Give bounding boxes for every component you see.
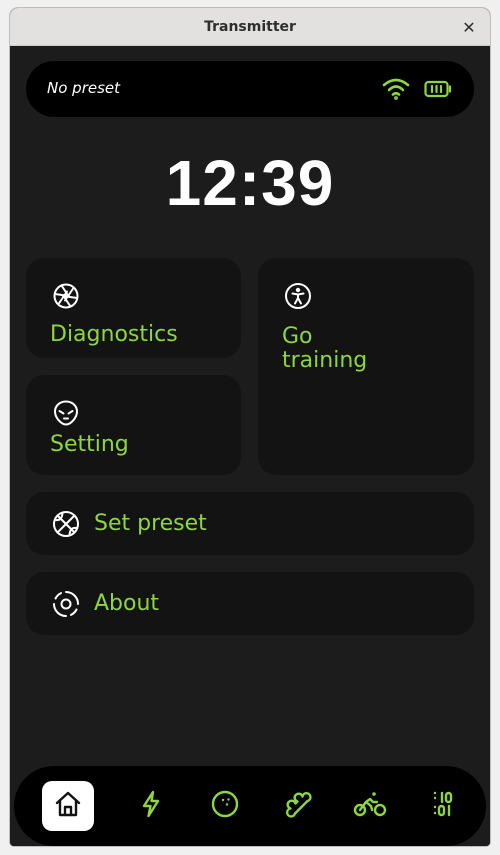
window-title: Transmitter xyxy=(204,18,296,35)
nav-home[interactable] xyxy=(42,781,94,831)
close-button[interactable]: ✕ xyxy=(458,16,480,38)
ball-icon xyxy=(210,789,240,823)
bottom-nav xyxy=(14,766,486,846)
nav-bike[interactable] xyxy=(344,781,396,831)
circle-dashed-icon xyxy=(52,590,80,622)
nav-power[interactable] xyxy=(125,781,177,831)
main-content: No preset 12:39 Diagnostics Go training … xyxy=(10,46,490,846)
diagnostics-tile[interactable]: Diagnostics xyxy=(26,258,241,358)
setting-tile[interactable]: Setting xyxy=(26,375,241,475)
diagnostics-label: Diagnostics xyxy=(50,322,178,347)
aperture-icon xyxy=(52,282,80,314)
bike-icon xyxy=(353,789,387,823)
bolt-icon xyxy=(136,789,166,823)
about-row[interactable]: About xyxy=(26,572,474,635)
bone-icon xyxy=(283,789,313,823)
accessibility-icon xyxy=(284,282,312,314)
wifi-icon xyxy=(381,76,411,104)
home-icon xyxy=(53,789,83,823)
clock-display: 12:39 xyxy=(165,147,335,219)
battery-icon xyxy=(424,80,452,102)
set-preset-label: Set preset xyxy=(94,511,207,536)
status-bar: No preset xyxy=(26,61,474,117)
nav-bone[interactable] xyxy=(272,781,324,831)
about-label: About xyxy=(94,591,160,616)
go-training-label-line2: training xyxy=(282,348,368,373)
setting-label: Setting xyxy=(50,432,129,457)
go-training-label-line1: Go xyxy=(282,324,313,349)
basketball-icon xyxy=(52,510,80,542)
preset-status: No preset xyxy=(47,79,121,97)
nav-ball[interactable] xyxy=(199,781,251,831)
set-preset-row[interactable]: Set preset xyxy=(26,492,474,555)
app-window: Transmitter ✕ No preset 12:39 Diagnostic… xyxy=(10,8,490,846)
binary-icon xyxy=(427,789,457,823)
nav-binary[interactable] xyxy=(416,781,468,831)
alien-icon xyxy=(52,399,80,431)
title-bar[interactable]: Transmitter ✕ xyxy=(10,8,490,46)
go-training-tile[interactable]: Go training xyxy=(258,258,474,475)
